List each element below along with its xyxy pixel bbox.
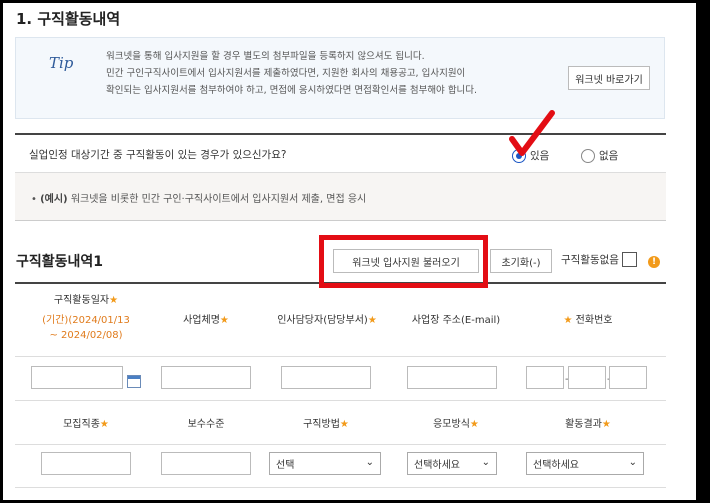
example-row: • (예시) 워크넷을 비롯한 민간 구인·구직사이트에서 입사지원서 제출, … [15,173,666,221]
method-select[interactable]: 선택 ⌄ [269,452,381,475]
row-divider [15,400,666,401]
required-mark: ★ [563,315,573,326]
header-job-label: 모집직종 [63,419,100,430]
header-method-label: 구직방법 [303,419,340,430]
header-company: 사업체명★ [161,311,251,326]
address-input[interactable] [407,366,497,389]
required-mark: ★ [367,315,377,326]
form-frame: 1. 구직활동내역 Tip 워크넷을 통해 입사지원을 할 경우 별도의 첨부파… [3,3,696,500]
header-result: 활동결과★ [528,415,648,430]
row-divider [15,356,666,357]
result-select-value: 선택하세요 [533,460,579,471]
section-title: 1. 구직활동내역 [16,10,121,28]
tip-line: 워크넷을 통해 입사지원을 할 경우 별도의 첨부파일을 등록하지 않으셔도 됩… [106,51,425,62]
highlight-box [319,235,488,288]
header-result-label: 활동결과 [565,419,602,430]
header-apply-label: 응모방식 [433,419,470,430]
worknet-shortcut-button[interactable]: 워크넷 바로가기 [568,66,650,90]
header-period-line2: ~ 2024/02/08) [49,330,123,341]
no-activity-checkbox[interactable] [621,252,637,267]
tip-text: 워크넷을 통해 입사지원을 할 경우 별도의 첨부파일을 등록하지 않으셔도 됩… [106,48,556,99]
activity-question-row: 실업인정 대상기간 중 구직활동이 있는 경우가 있으신가요? 있음 없음 [15,133,666,173]
radio-no-label: 없음 [599,150,619,162]
info-icon[interactable]: ! [648,256,660,268]
company-input[interactable] [161,366,251,389]
header-phone-label: 전화번호 [575,315,613,326]
required-mark: ★ [219,315,229,326]
reset-button[interactable]: 초기화(-) [490,249,552,273]
date-input[interactable] [31,366,123,389]
header-method: 구직방법★ [271,415,381,430]
no-activity-checkbox-wrap[interactable]: 구직활동없음 [561,252,637,267]
header-date-label: 구직활동일자 [53,295,110,306]
radio-no[interactable]: 없음 [581,148,618,163]
scrollbar[interactable] [696,0,710,503]
example-text: • (예시) 워크넷을 비롯한 민간 구인·구직사이트에서 입사지원서 제출, … [31,194,367,205]
job-input[interactable] [41,452,131,475]
header-period-line1: (기간)(2024/01/13 [42,315,130,326]
activity-title: 구직활동내역1 [16,254,104,270]
question-text: 실업인정 대상기간 중 구직활동이 있는 경우가 있으신가요? [29,149,287,161]
method-select-value: 선택 [276,460,295,471]
tip-box: Tip 워크넷을 통해 입사지원을 할 경우 별도의 첨부파일을 등록하지 않으… [15,37,665,119]
chevron-down-icon: ⌄ [365,457,374,468]
chevron-down-icon: ⌄ [628,457,637,468]
required-mark: ★ [109,295,119,306]
radio-no-dot[interactable] [581,148,595,163]
tip-line: 확인되는 입사지원서를 첨부하여야 하고, 면접에 응시하였다면 면접확인서를 … [106,85,478,96]
header-manager: 인사담당자(담당부서)★ [267,311,387,326]
header-job: 모집직종★ [31,415,141,430]
example-body: 워크넷을 비롯한 민간 구인·구직사이트에서 입사지원서 제출, 면접 응시 [70,194,367,205]
apply-select-value: 선택하세요 [414,460,460,471]
salary-input[interactable] [161,452,251,475]
chevron-down-icon: ⌄ [481,457,490,468]
header-company-label: 사업체명 [183,315,220,326]
header-manager-label: 인사담당자(담당부서) [277,315,368,326]
required-mark: ★ [469,419,479,430]
red-check-annotation-icon [509,110,555,156]
required-mark: ★ [601,419,611,430]
phone-input-1[interactable] [526,366,564,389]
tip-label: Tip [49,54,74,72]
result-select[interactable]: 선택하세요 ⌄ [526,452,644,475]
apply-select[interactable]: 선택하세요 ⌄ [407,452,497,475]
header-phone: ★ 전화번호 [528,311,648,326]
calendar-icon[interactable] [127,375,141,388]
phone-input-2[interactable] [568,366,606,389]
example-prefix: (예시) [40,194,68,205]
row-divider [15,487,666,488]
tip-line: 민간 구인구직사이트에서 입사지원서를 제출하였다면, 지원한 회사의 채용공고… [106,68,466,79]
header-address: 사업장 주소(E-mail) [411,315,501,326]
header-salary: 보수수준 [187,419,225,430]
header-date: 구직활동일자★ [31,291,141,306]
manager-input[interactable] [281,366,371,389]
required-mark: ★ [339,419,349,430]
header-apply: 응모방식★ [401,415,511,430]
required-mark: ★ [99,419,109,430]
no-activity-label: 구직활동없음 [561,254,619,266]
phone-input-3[interactable] [609,366,647,389]
row-divider [15,444,666,445]
